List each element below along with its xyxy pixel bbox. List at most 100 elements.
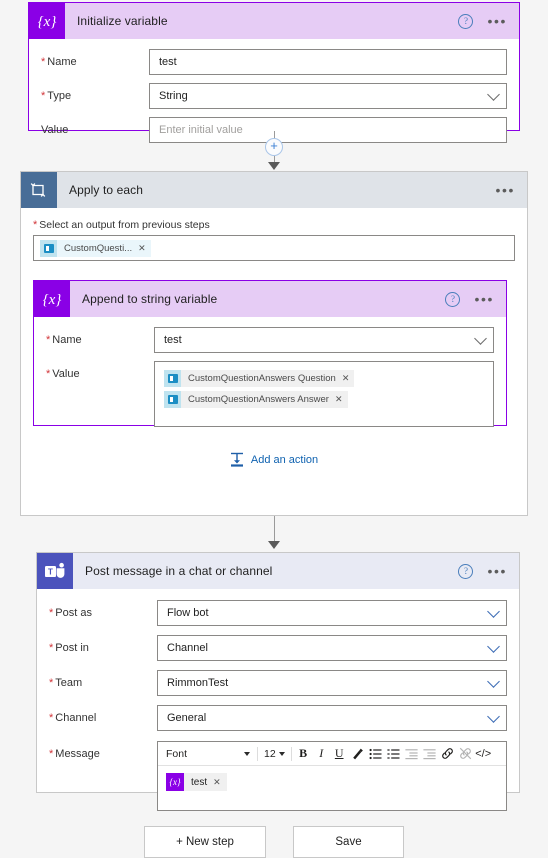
arrow-down-icon <box>268 541 280 549</box>
help-icon[interactable]: ? <box>445 291 461 307</box>
card-post-message[interactable]: T Post message in a chat or channel ? ••… <box>36 552 520 811</box>
post-in-select[interactable]: Channel <box>157 635 507 661</box>
card-header[interactable]: T Post message in a chat or channel ? ••… <box>37 553 519 589</box>
card-header[interactable]: {x} Append to string variable ? ••• <box>34 281 506 317</box>
field-row-channel: Channel General <box>49 705 507 731</box>
token-label: CustomQuestionAnswers Question <box>188 373 336 384</box>
forms-connector-icon <box>40 239 57 257</box>
field-label: Post as <box>49 600 157 619</box>
card-title: Append to string variable <box>82 292 218 306</box>
card-header[interactable]: Apply to each ••• <box>21 172 527 208</box>
link-icon[interactable] <box>439 744 456 763</box>
token-chip[interactable]: CustomQuestionAnswers Question ✕ <box>164 370 355 387</box>
add-action-label: Add an action <box>250 453 319 466</box>
help-icon[interactable]: ? <box>458 13 474 29</box>
font-color-icon[interactable] <box>349 744 366 763</box>
token-chip[interactable]: CustomQuesti... ✕ <box>40 239 151 257</box>
svg-text:{x}: {x} <box>38 14 57 29</box>
field-label: Value <box>46 361 154 380</box>
value-token-field[interactable]: CustomQuestionAnswers Question ✕ CustomQ… <box>154 361 494 427</box>
connector-add-step: + <box>0 131 548 170</box>
field-row-value: Value CustomQuestionAnswers Question ✕ C… <box>46 361 494 427</box>
microsoft-teams-icon: T <box>37 553 73 589</box>
remove-token-icon[interactable]: ✕ <box>335 394 343 405</box>
channel-select[interactable]: General <box>157 705 507 731</box>
field-label: Type <box>41 83 149 102</box>
card-title: Apply to each <box>69 183 144 197</box>
field-label: Name <box>46 327 154 346</box>
more-options-icon[interactable]: ••• <box>487 14 507 28</box>
save-button[interactable]: Save <box>293 826 404 858</box>
decrease-indent-icon[interactable] <box>403 744 420 763</box>
select-output-field[interactable]: CustomQuesti... ✕ <box>33 235 515 261</box>
field-label: Team <box>49 670 157 689</box>
token-label: test <box>191 776 208 788</box>
field-row-type: Type String <box>41 83 507 109</box>
field-row-message: Message Font 12 B <box>49 741 507 811</box>
card-append-to-string-variable[interactable]: {x} Append to string variable ? ••• Name… <box>33 280 507 427</box>
token-label: CustomQuestionAnswers Answer <box>188 394 329 405</box>
team-select[interactable]: RimmonTest <box>157 670 507 696</box>
variable-braces-icon: {x} <box>34 281 70 317</box>
svg-text:T: T <box>48 567 53 576</box>
remove-token-icon[interactable]: ✕ <box>213 777 221 788</box>
add-an-action-button[interactable]: Add an action <box>33 426 515 497</box>
italic-icon[interactable]: I <box>313 744 330 763</box>
underline-icon[interactable]: U <box>331 744 348 763</box>
font-family-value: Font <box>166 747 188 760</box>
add-step-plus-button[interactable]: + <box>265 138 283 156</box>
font-family-dropdown[interactable]: Font <box>162 748 254 760</box>
field-label: Message <box>49 741 157 760</box>
field-row-post-in: Post in Channel <box>49 635 507 661</box>
forms-connector-icon <box>164 391 181 408</box>
field-row-name: Name test <box>46 327 494 353</box>
loop-foreach-icon <box>21 172 57 208</box>
field-row-post-as: Post as Flow bot <box>49 600 507 626</box>
remove-token-icon[interactable]: ✕ <box>342 373 350 384</box>
editor-toolbar: Font 12 B I U </> <box>158 742 506 766</box>
card-header[interactable]: {x} Initialize variable ? ••• <box>29 3 519 39</box>
card-body: Select an output from previous steps Cus… <box>21 208 527 497</box>
card-initialize-variable[interactable]: {x} Initialize variable ? ••• Name test … <box>28 2 520 143</box>
token-chip[interactable]: CustomQuestionAnswers Answer ✕ <box>164 391 348 408</box>
name-input[interactable]: test <box>149 49 507 75</box>
add-action-icon <box>230 452 243 467</box>
more-options-icon[interactable]: ••• <box>487 564 507 578</box>
bulleted-list-icon[interactable] <box>385 744 402 763</box>
new-step-button[interactable]: + New step <box>144 826 266 858</box>
footer-actions: + New step Save <box>0 826 548 858</box>
increase-indent-icon[interactable] <box>421 744 438 763</box>
field-label: Name <box>41 49 149 68</box>
field-label: Channel <box>49 705 157 724</box>
remove-token-icon[interactable]: ✕ <box>138 243 146 254</box>
font-size-value: 12 <box>264 747 276 760</box>
message-body[interactable]: {x} test ✕ <box>158 766 506 810</box>
code-view-icon[interactable]: </> <box>475 744 492 763</box>
toolbar-divider <box>290 746 292 761</box>
chevron-down-icon <box>278 751 285 756</box>
card-apply-to-each[interactable]: Apply to each ••• Select an output from … <box>20 171 528 516</box>
unlink-icon[interactable] <box>457 744 474 763</box>
type-select[interactable]: String <box>149 83 507 109</box>
svg-text:{x}: {x} <box>43 292 62 307</box>
post-as-select[interactable]: Flow bot <box>157 600 507 626</box>
connector-arrow <box>0 516 548 549</box>
message-rich-text-editor[interactable]: Font 12 B I U </> {x} test ✕ <box>157 741 507 811</box>
token-label: CustomQuesti... <box>64 242 133 254</box>
toolbar-divider <box>257 746 258 761</box>
field-row-name: Name test <box>41 49 507 75</box>
font-size-dropdown[interactable]: 12 <box>261 748 288 760</box>
help-icon[interactable]: ? <box>458 563 474 579</box>
more-options-icon[interactable]: ••• <box>495 183 515 197</box>
bold-icon[interactable]: B <box>295 744 312 763</box>
select-output-label: Select an output from previous steps <box>33 219 515 231</box>
chevron-down-icon <box>244 751 250 756</box>
variable-token-chip[interactable]: {x} test ✕ <box>166 773 227 791</box>
card-body: Post as Flow bot Post in Channel Team Ri… <box>37 589 519 823</box>
card-body: Name test Value CustomQuestionAnswers Qu… <box>34 317 506 439</box>
more-options-icon[interactable]: ••• <box>474 292 494 306</box>
variable-braces-icon: {x} <box>166 773 184 791</box>
name-select[interactable]: test <box>154 327 494 353</box>
forms-connector-icon <box>164 370 181 387</box>
numbered-list-icon[interactable] <box>367 744 384 763</box>
